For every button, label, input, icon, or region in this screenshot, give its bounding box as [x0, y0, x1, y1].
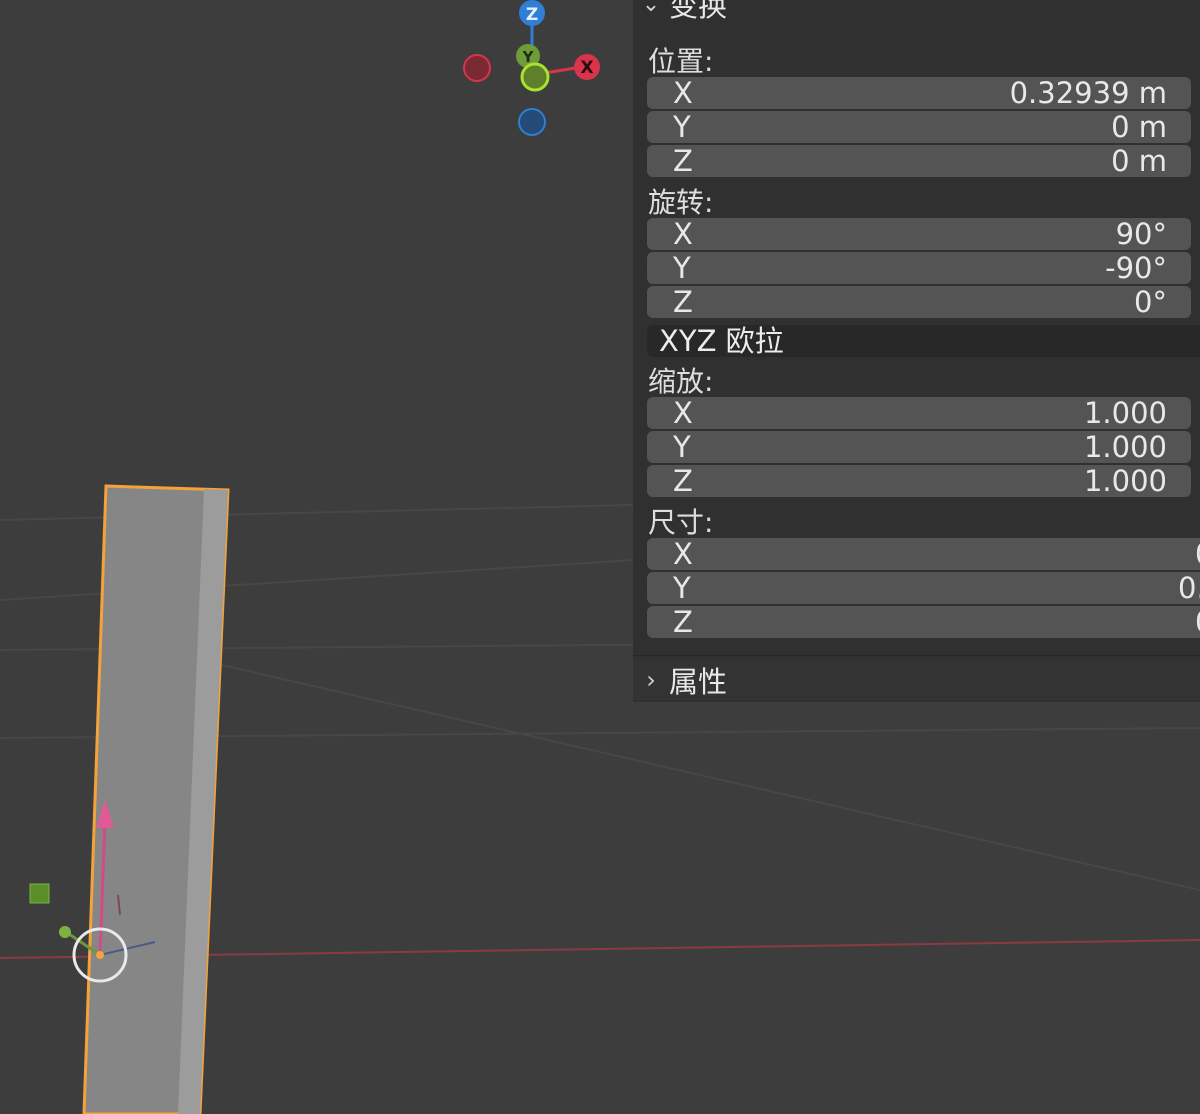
- field-value: -90°: [1105, 251, 1167, 285]
- field-value: 0: [1195, 605, 1200, 639]
- axis-label: Y: [673, 571, 691, 605]
- attributes-panel-header[interactable]: › 属性: [633, 660, 1200, 700]
- rotation-x-field[interactable]: X 90°: [647, 217, 1191, 251]
- field-value: 0 m: [1111, 144, 1167, 178]
- field-value: 0°: [1134, 285, 1167, 319]
- axis-label: X: [673, 396, 693, 430]
- axis-label: Z: [673, 144, 693, 178]
- selected-object[interactable]: [82, 484, 230, 1114]
- axis-label: Z: [673, 605, 693, 639]
- gizmo-z-label: Z: [526, 5, 538, 25]
- scale-y-field[interactable]: Y 1.000: [647, 430, 1191, 464]
- rotation-mode-value: XYZ 欧拉: [659, 324, 784, 358]
- field-value: 1.000: [1083, 464, 1167, 498]
- axis-label: Y: [673, 251, 691, 285]
- field-value: 0.0: [1178, 571, 1200, 605]
- axis-label: X: [673, 537, 693, 571]
- rotation-y-field[interactable]: Y -90°: [647, 251, 1191, 285]
- field-value: 0.32939 m: [1009, 76, 1167, 110]
- field-value: 0: [1195, 537, 1200, 571]
- gizmo-y-label: Y: [522, 48, 535, 66]
- rotation-label: 旋转:: [648, 186, 714, 219]
- dimensions-y-field[interactable]: Y 0.0: [647, 571, 1200, 605]
- location-z-field[interactable]: Z 0 m: [647, 144, 1191, 178]
- scale-label: 缩放:: [648, 365, 714, 398]
- panel-divider: [633, 655, 1200, 656]
- sidebar-properties-panel: ⌄ 变换 位置: X 0.32939 m Y 0 m Z 0 m 旋转: X 9…: [633, 0, 1200, 702]
- field-value: 0 m: [1111, 110, 1167, 144]
- dimensions-label: 尺寸:: [648, 506, 714, 539]
- gizmo-neg-x[interactable]: [463, 54, 491, 82]
- axis-label: Z: [673, 285, 693, 319]
- rotation-z-field[interactable]: Z 0°: [647, 285, 1191, 319]
- navigation-gizmo[interactable]: Z X Y: [463, 0, 600, 136]
- axis-label: Z: [673, 464, 693, 498]
- scale-z-field[interactable]: Z 1.000: [647, 464, 1191, 498]
- dimensions-x-field[interactable]: X 0: [647, 537, 1200, 571]
- dimensions-z-field[interactable]: Z 0: [647, 605, 1200, 639]
- axis-label: Y: [673, 430, 691, 464]
- transform-panel-header[interactable]: ⌄ 变换: [633, 0, 1200, 24]
- gizmo-neg-z[interactable]: [518, 108, 546, 136]
- field-value: 1.000: [1083, 396, 1167, 430]
- rotation-mode-dropdown[interactable]: XYZ 欧拉: [647, 324, 1200, 358]
- location-label: 位置:: [648, 45, 714, 78]
- scale-x-field[interactable]: X 1.000: [647, 396, 1191, 430]
- chevron-right-icon: ›: [646, 666, 656, 694]
- transform-title: 变换: [669, 0, 728, 23]
- chevron-down-icon: ⌄: [641, 0, 661, 17]
- field-value: 1.000: [1083, 430, 1167, 464]
- axis-label: X: [673, 217, 693, 251]
- location-x-field[interactable]: X 0.32939 m: [647, 76, 1191, 110]
- axis-label: X: [673, 76, 693, 110]
- gizmo-x-label: X: [580, 58, 593, 78]
- location-y-field[interactable]: Y 0 m: [647, 110, 1191, 144]
- axis-label: Y: [673, 110, 691, 144]
- gizmo-center: [520, 62, 550, 92]
- field-value: 90°: [1115, 217, 1167, 251]
- attributes-title: 属性: [669, 665, 728, 699]
